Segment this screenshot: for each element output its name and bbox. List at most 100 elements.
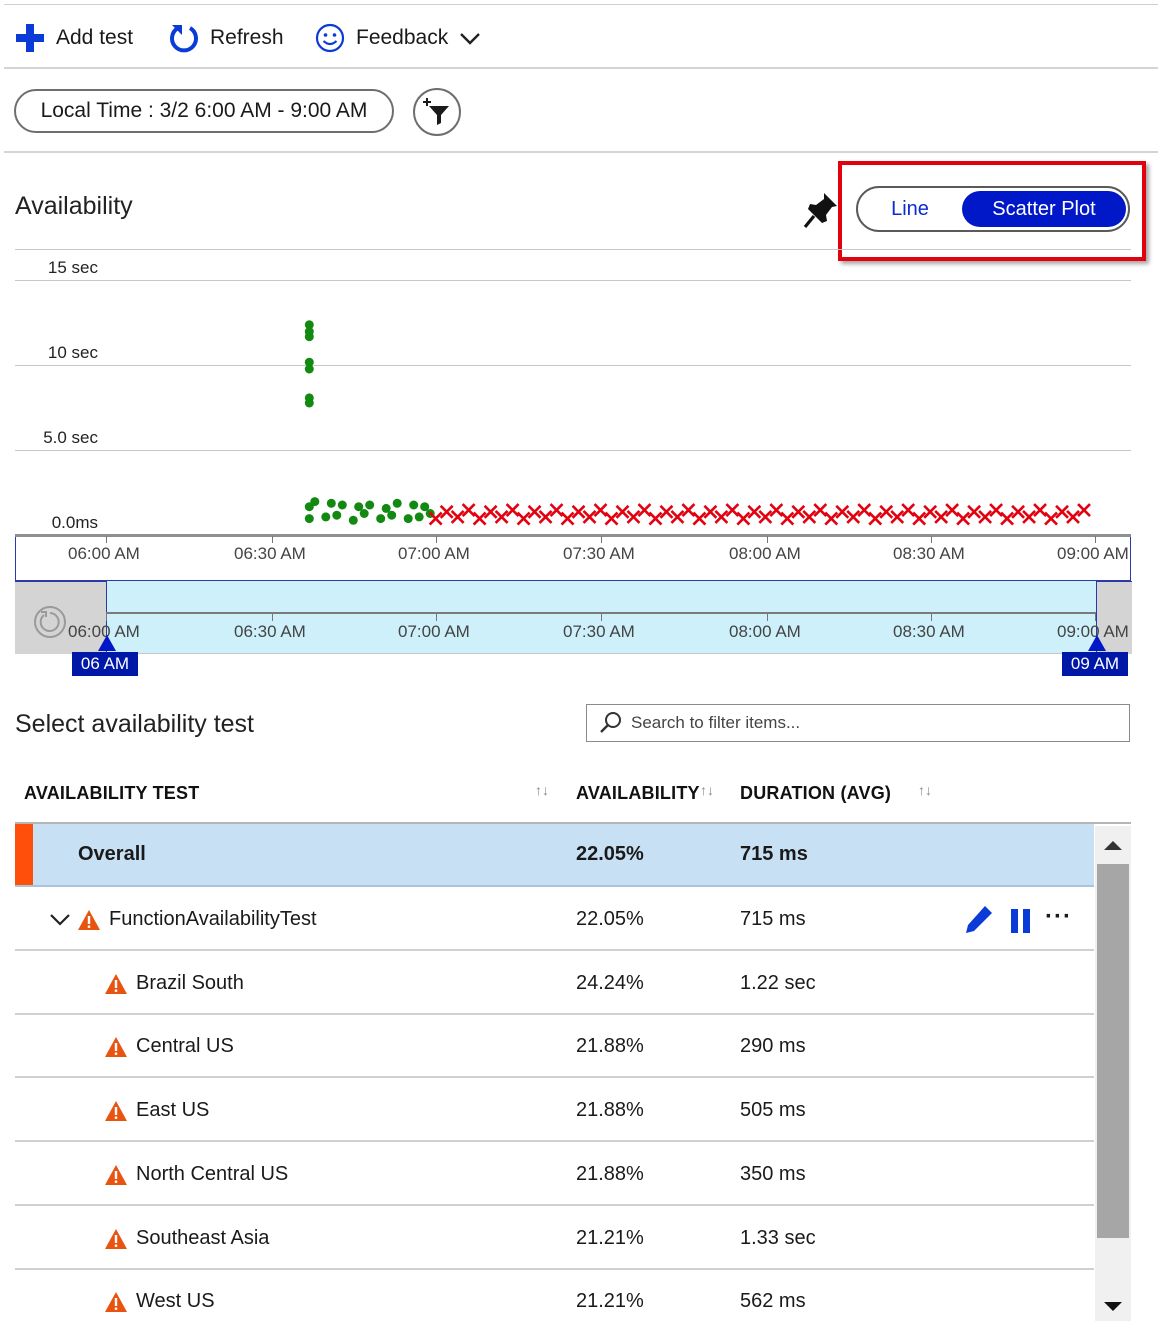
- row-duration: 562 ms: [740, 1290, 806, 1312]
- scrollbar-thumb[interactable]: [1097, 864, 1129, 1238]
- x-tick-mark: [601, 614, 602, 621]
- failure-point: [681, 503, 696, 518]
- success-point: [348, 515, 358, 525]
- column-header-availability[interactable]: AVAILABILITY: [576, 783, 700, 804]
- success-point: [365, 500, 375, 510]
- x-tick-mark: [1095, 614, 1096, 621]
- row-duration: 505 ms: [740, 1099, 806, 1121]
- failure-point: [461, 503, 476, 518]
- success-point: [403, 514, 413, 524]
- success-point: [337, 500, 347, 510]
- success-point: [304, 364, 314, 374]
- success-point: [321, 512, 331, 522]
- row-availability: 22.05%: [576, 908, 644, 930]
- row-availability: 22.05%: [576, 843, 644, 865]
- failure-point: [516, 511, 531, 526]
- more-options-icon[interactable]: ···: [1045, 903, 1072, 931]
- edit-icon[interactable]: [961, 903, 995, 937]
- x-tick-mark: [272, 536, 273, 543]
- x-tick-label: 09:00 AM: [1057, 544, 1129, 563]
- warning-icon: [105, 1037, 127, 1057]
- x-tick-mark: [436, 614, 437, 621]
- success-point: [332, 510, 342, 520]
- scroll-up-arrow[interactable]: [1102, 838, 1124, 852]
- failure-point: [604, 511, 619, 526]
- sort-icon[interactable]: ↑↓: [535, 782, 549, 798]
- table-row-location[interactable]: Brazil South 24.24% 1.22 sec: [15, 953, 1094, 1015]
- x-tick-label: 06:00 AM: [68, 544, 140, 563]
- failure-point: [593, 503, 608, 518]
- sort-icon[interactable]: ↑↓: [918, 782, 932, 798]
- row-name: North Central US: [136, 1163, 289, 1185]
- table-row-test[interactable]: FunctionAvailabilityTest 22.05% 715 ms ·…: [15, 889, 1094, 951]
- failure-point: [637, 503, 652, 518]
- table-row-location[interactable]: Central US 21.88% 290 ms: [15, 1016, 1094, 1078]
- warning-icon: [105, 1165, 127, 1185]
- failure-point: [813, 503, 828, 518]
- success-point: [414, 512, 424, 522]
- success-point: [304, 398, 314, 408]
- x-tick-mark: [106, 614, 107, 621]
- brush-end-badge: 09 AM: [1062, 652, 1128, 676]
- table-row-location[interactable]: Southeast Asia 21.21% 1.33 sec: [15, 1208, 1094, 1270]
- row-duration: 350 ms: [740, 1163, 806, 1185]
- warning-icon: [105, 1292, 127, 1312]
- failure-point: [989, 503, 1004, 518]
- row-availability: 21.21%: [576, 1290, 644, 1312]
- row-duration: 290 ms: [740, 1035, 806, 1057]
- scroll-down-arrow[interactable]: [1102, 1300, 1124, 1314]
- x-tick-mark: [272, 614, 273, 621]
- search-input[interactable]: Search to filter items...: [586, 704, 1130, 742]
- chevron-down-icon[interactable]: [49, 911, 71, 929]
- failure-point: [472, 511, 487, 526]
- x-tick-mark: [767, 536, 768, 543]
- failure-point: [769, 503, 784, 518]
- table-row-overall[interactable]: Overall 22.05% 715 ms: [15, 824, 1094, 887]
- search-placeholder: Search to filter items...: [631, 713, 801, 732]
- table-row-location[interactable]: North Central US 21.88% 350 ms: [15, 1144, 1094, 1206]
- x-tick-mark: [767, 614, 768, 621]
- failure-point: [648, 511, 663, 526]
- failure-point: [692, 511, 707, 526]
- x-tick-mark: [106, 536, 107, 543]
- column-header-test[interactable]: AVAILABILITY TEST: [24, 783, 199, 804]
- success-point: [304, 332, 314, 342]
- pause-icon[interactable]: [1009, 906, 1033, 936]
- success-point: [310, 497, 320, 507]
- failure-point: [1033, 503, 1047, 518]
- row-availability: 21.88%: [576, 1035, 644, 1057]
- success-point: [326, 498, 336, 508]
- brush-start-badge: 06 AM: [72, 652, 138, 676]
- failure-point: [901, 503, 916, 518]
- row-name: West US: [136, 1290, 215, 1312]
- column-header-duration[interactable]: DURATION (AVG): [740, 783, 891, 804]
- x-tick-mark: [931, 536, 932, 543]
- failure-point: [868, 511, 883, 526]
- failure-point: [560, 511, 575, 526]
- reset-zoom-icon[interactable]: [32, 604, 68, 640]
- table-row-location[interactable]: East US 21.88% 505 ms: [15, 1080, 1094, 1142]
- failure-point: [857, 503, 872, 518]
- sort-icon[interactable]: ↑↓: [700, 782, 714, 798]
- success-point: [387, 510, 397, 520]
- failure-point: [505, 503, 520, 518]
- x-tick-label: 06:30 AM: [234, 544, 306, 563]
- failure-point: [945, 503, 960, 518]
- table-row-location[interactable]: West US 21.21% 562 ms: [15, 1271, 1094, 1333]
- row-availability: 21.21%: [576, 1227, 644, 1249]
- row-duration: 1.22 sec: [740, 972, 816, 994]
- row-name: Overall: [78, 843, 146, 865]
- failure-point: [428, 511, 443, 526]
- success-point: [359, 509, 369, 518]
- row-duration: 715 ms: [740, 843, 808, 865]
- x-tick-label: 07:30 AM: [563, 622, 635, 641]
- row-name: Central US: [136, 1035, 234, 1057]
- x-tick-label: 07:30 AM: [563, 544, 635, 563]
- row-name: FunctionAvailabilityTest: [109, 908, 317, 930]
- row-availability: 21.88%: [576, 1163, 644, 1185]
- brush-right-handle[interactable]: [1087, 634, 1107, 652]
- brush-left-handle[interactable]: [97, 634, 117, 652]
- selected-row-marker: [15, 824, 33, 885]
- x-tick-label: 08:00 AM: [729, 544, 801, 563]
- row-name: East US: [136, 1099, 210, 1121]
